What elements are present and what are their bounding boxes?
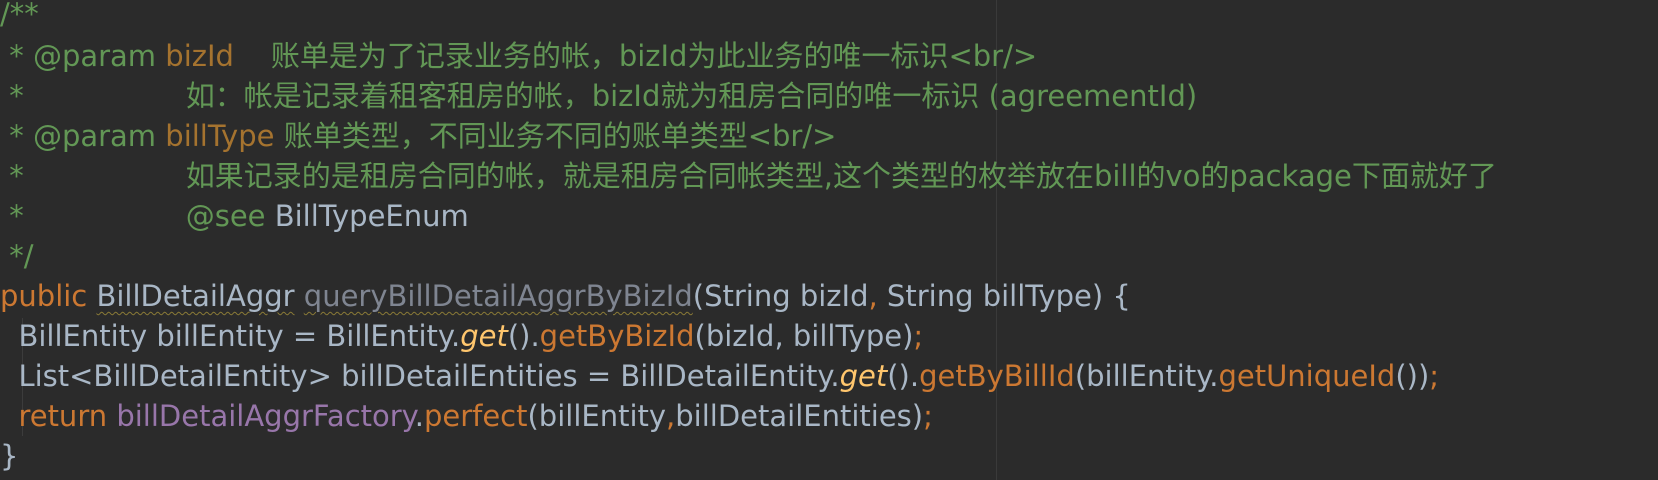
- code-line-7[interactable]: */: [0, 236, 34, 276]
- stmt-3-dot: .: [414, 399, 424, 433]
- see-target-link[interactable]: BillTypeEnum: [275, 199, 469, 233]
- semicolon: ;: [913, 319, 924, 353]
- keyword-return: return: [18, 399, 108, 433]
- code-line-5[interactable]: * 如果记录的是租房合同的帐，就是租房合同帐类型,这个类型的枚举放在bill的vo…: [0, 156, 1497, 196]
- code-line-12[interactable]: }: [0, 436, 18, 476]
- param-tag: @param: [32, 119, 157, 153]
- stmt-1-decl: BillEntity billEntity = BillEntity.: [18, 319, 461, 353]
- stmt-2-args-open: (billEntity.: [1074, 359, 1219, 393]
- code-line-1[interactable]: /**: [0, 0, 39, 34]
- param-example-bizid: 如：帐是记录着租客租房的帐，bizId就为租房合同的唯一标识 (agreemen…: [185, 79, 1198, 113]
- stmt-1-mid: ().: [507, 319, 540, 353]
- comment-star: *: [0, 119, 24, 153]
- comment-close: */: [0, 239, 34, 273]
- code-line-9[interactable]: BillEntity billEntity = BillEntity.get()…: [0, 316, 923, 356]
- method-params: (String bizId: [692, 279, 869, 313]
- stmt-3-args-b: billDetailEntities): [675, 399, 924, 433]
- param-tag: @param: [32, 39, 157, 73]
- code-line-4[interactable]: * @param billType 账单类型，不同业务不同的账单类型<br/>: [0, 116, 836, 156]
- param-comma: ,: [868, 279, 878, 313]
- method-name[interactable]: queryBillDetailAggrByBizId: [304, 279, 693, 313]
- stmt-3-call[interactable]: perfect: [424, 399, 528, 433]
- code-line-2[interactable]: * @param bizId 账单是为了记录业务的帐，bizId为此业务的唯一标…: [0, 36, 1037, 76]
- stmt-2-args-close: ()): [1395, 359, 1430, 393]
- stmt-2-inner-call[interactable]: getUniqueId: [1218, 359, 1395, 393]
- closing-brace: }: [0, 439, 19, 473]
- stmt-2-get[interactable]: get: [840, 359, 888, 393]
- stmt-3-args-a: (billEntity: [527, 399, 667, 433]
- stmt-1-args: (bizId, billType): [694, 319, 914, 353]
- return-type[interactable]: BillDetailAggr: [96, 279, 294, 313]
- comment-star: *: [0, 159, 24, 193]
- code-line-11[interactable]: return billDetailAggrFactory.perfect(bil…: [0, 396, 933, 436]
- param-name-bizid: bizId: [165, 39, 234, 73]
- comment-open: /**: [0, 0, 39, 31]
- stmt-2-call[interactable]: getByBillId: [919, 359, 1075, 393]
- keyword-public: public: [0, 279, 88, 313]
- comment-star: *: [0, 79, 24, 113]
- param-desc-bizid: 账单是为了记录业务的帐，bizId为此业务的唯一标识<br/>: [270, 39, 1038, 73]
- comment-star: *: [0, 199, 24, 233]
- code-line-8[interactable]: public BillDetailAggr queryBillDetailAgg…: [0, 276, 1131, 316]
- stmt-2-decl: List<BillDetailEntity> billDetailEntitie…: [18, 359, 840, 393]
- param-example-billtype: 如果记录的是租房合同的帐，就是租房合同帐类型,这个类型的枚举放在bill的vo的…: [185, 159, 1497, 193]
- code-editor[interactable]: /** * @param bizId 账单是为了记录业务的帐，bizId为此业务…: [0, 0, 1658, 480]
- code-line-6[interactable]: * @see BillTypeEnum: [0, 196, 469, 236]
- field-factory[interactable]: billDetailAggrFactory: [116, 399, 414, 433]
- stmt-1-get[interactable]: get: [460, 319, 508, 353]
- stmt-1-call[interactable]: getByBizId: [540, 319, 695, 353]
- semicolon: ;: [923, 399, 933, 433]
- code-line-10[interactable]: List<BillDetailEntity> billDetailEntitie…: [0, 356, 1439, 396]
- param-name-billtype: billType: [165, 119, 275, 153]
- code-line-3[interactable]: * 如：帐是记录着租客租房的帐，bizId就为租房合同的唯一标识 (agreeme…: [0, 76, 1197, 116]
- see-tag: @see: [185, 199, 266, 233]
- param-desc-billtype: 账单类型，不同业务不同的账单类型<br/>: [283, 119, 837, 153]
- semicolon: ;: [1429, 359, 1440, 393]
- method-params-2: String billType) {: [877, 279, 1131, 313]
- stmt-3-comma: ,: [666, 399, 676, 433]
- stmt-2-mid: ().: [887, 359, 920, 393]
- comment-star: *: [0, 39, 24, 73]
